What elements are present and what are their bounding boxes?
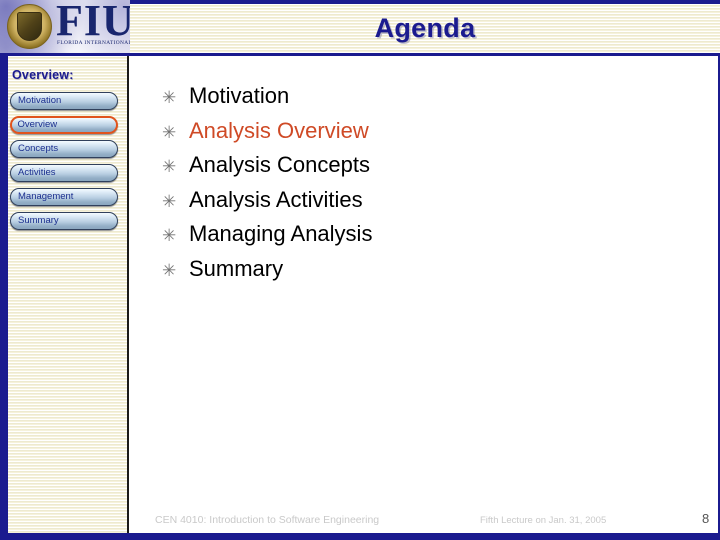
- asterisk-bullet-icon: ✳: [162, 122, 177, 142]
- agenda-bullet-list: ✳ Motivation ✳ Analysis Overview ✳ Analy…: [162, 79, 702, 286]
- asterisk-bullet-icon: ✳: [162, 157, 177, 176]
- slide-content: ✳ Motivation ✳ Analysis Overview ✳ Analy…: [131, 56, 720, 540]
- sidebar-item-summary[interactable]: Summary: [10, 212, 118, 230]
- sidebar-item-overview[interactable]: Overview: [10, 116, 118, 134]
- list-item: ✳ Analysis Activities: [162, 183, 702, 218]
- sidebar-item-label: Motivation: [18, 95, 62, 106]
- fiu-logo: FIU FLORIDA INTERNATIONAL UNIVERSITY: [0, 0, 130, 54]
- sidebar-nav-list: Motivation Overview Concepts Activities …: [10, 92, 122, 236]
- sidebar-item-concepts[interactable]: Concepts: [10, 140, 118, 158]
- list-item-label: Analysis Overview: [189, 117, 369, 143]
- slide-canvas: Agenda FIU FLORIDA INTERNATIONAL UNIVERS…: [0, 0, 720, 540]
- list-item-label: Analysis Concepts: [189, 152, 370, 177]
- bottom-accent-bar: [0, 533, 720, 540]
- sidebar-item-management[interactable]: Management: [10, 188, 118, 206]
- sidebar-item-label: Activities: [18, 167, 56, 178]
- list-item-label: Analysis Activities: [189, 186, 363, 212]
- page-title: Agenda: [374, 13, 476, 43]
- list-item-label: Managing Analysis: [189, 221, 373, 246]
- list-item: ✳ Motivation: [162, 79, 702, 114]
- sidebar-item-label: Summary: [18, 215, 59, 226]
- footer-course-label: CEN 4010: Introduction to Software Engin…: [155, 514, 380, 526]
- page-number: 8: [702, 511, 710, 526]
- fiu-seal-icon: [7, 4, 52, 49]
- list-item: ✳ Summary: [162, 252, 702, 287]
- list-item: ✳ Analysis Concepts: [162, 148, 702, 183]
- asterisk-bullet-icon: ✳: [162, 260, 177, 280]
- sidebar-item-activities[interactable]: Activities: [10, 164, 118, 182]
- footer-lecture-label: Fifth Lecture on Jan. 31, 2005: [480, 515, 607, 526]
- asterisk-bullet-icon: ✳: [162, 191, 177, 211]
- list-item: ✳ Managing Analysis: [162, 217, 702, 252]
- asterisk-bullet-icon: ✳: [162, 88, 177, 107]
- sidebar-item-label: Concepts: [18, 143, 59, 154]
- list-item: ✳ Analysis Overview: [162, 114, 702, 149]
- sidebar-item-motivation[interactable]: Motivation: [10, 92, 118, 110]
- sidebar-item-label: Overview: [17, 119, 58, 130]
- fiu-subtext: FLORIDA INTERNATIONAL UNIVERSITY: [57, 40, 130, 46]
- list-item-label: Summary: [189, 255, 284, 281]
- list-item-label: Motivation: [189, 83, 290, 108]
- sidebar-item-label: Management: [18, 191, 74, 202]
- sidebar: Overview: Motivation Overview Concepts A…: [0, 56, 129, 540]
- sidebar-heading: Overview:: [12, 68, 74, 82]
- fiu-wordmark: FIU: [56, 0, 130, 45]
- sidebar-accent-edge: [0, 56, 8, 540]
- asterisk-bullet-icon: ✳: [162, 226, 177, 245]
